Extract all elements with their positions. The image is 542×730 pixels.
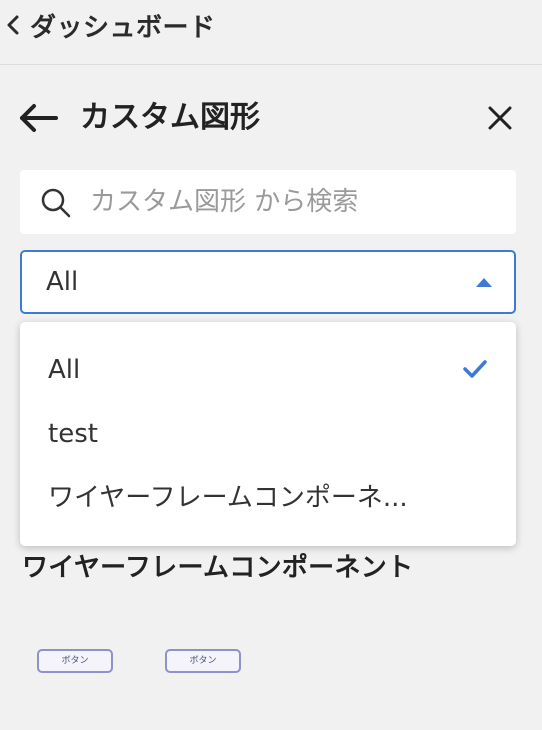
filter-option-all[interactable]: All: [20, 338, 516, 402]
option-label: test: [48, 419, 98, 449]
filter-option-wireframe[interactable]: ワイヤーフレームコンポーネ...: [20, 466, 516, 530]
filter-selected-value: All: [46, 267, 79, 297]
caret-up-icon: [476, 278, 492, 287]
panel-header: カスタム図形: [0, 90, 542, 146]
option-label: ワイヤーフレームコンポーネ...: [48, 483, 408, 513]
chevron-left-icon: [6, 14, 20, 36]
close-button[interactable]: [482, 100, 518, 136]
section-title: ワイヤーフレームコンポーネント: [22, 553, 414, 583]
option-label: All: [48, 355, 81, 385]
close-icon: [482, 106, 518, 140]
search-box: [20, 170, 516, 234]
search-input[interactable]: [90, 178, 500, 226]
custom-shapes-panel: ダッシュボード カスタム図形 カスタム図形 から検索 All All test …: [0, 0, 542, 730]
shape-tile-button-2[interactable]: ボタン: [165, 649, 241, 673]
panel-title: カスタム図形: [80, 100, 260, 135]
filter-option-test[interactable]: test: [20, 402, 516, 466]
arrow-left-icon: [16, 104, 62, 142]
dashboard-label: ダッシュボード: [30, 12, 216, 43]
check-icon: [462, 358, 488, 384]
dashboard-back-link[interactable]: ダッシュボード: [6, 6, 216, 44]
shape-label: ボタン: [61, 656, 89, 666]
shape-label: ボタン: [189, 656, 217, 666]
top-bar: ダッシュボード: [0, 0, 542, 65]
filter-dropdown: All test ワイヤーフレームコンポーネ...: [20, 322, 516, 546]
filter-select[interactable]: All: [20, 250, 516, 314]
panel-back-button[interactable]: [16, 98, 62, 138]
shape-tile-button-1[interactable]: ボタン: [37, 649, 113, 673]
search-icon: [40, 187, 72, 223]
